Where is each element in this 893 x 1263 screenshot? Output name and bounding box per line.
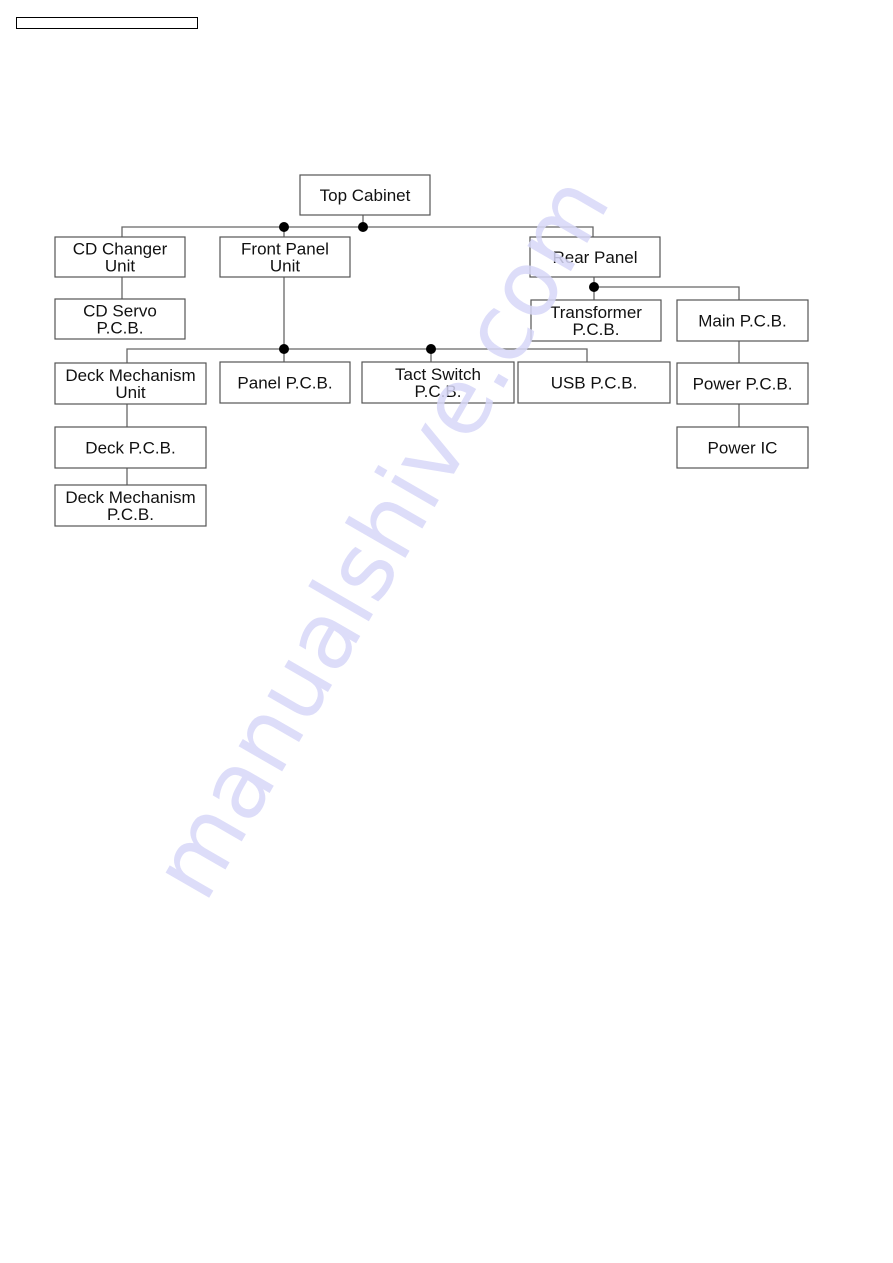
junction-dot-tact-switch bbox=[426, 344, 436, 354]
node-cd-changer-unit: CD ChangerUnit bbox=[54, 236, 186, 278]
node-top-cabinet: Top Cabinet bbox=[299, 174, 431, 216]
node-label-line: USB P.C.B. bbox=[551, 374, 638, 393]
node-label-line: Panel P.C.B. bbox=[237, 374, 332, 393]
node-label-line: Main P.C.B. bbox=[698, 312, 787, 331]
connector-front-bus bbox=[126, 348, 588, 363]
node-front-panel-unit: Front PanelUnit bbox=[219, 236, 351, 278]
node-label-line: Unit bbox=[115, 383, 146, 402]
node-power-ic: Power IC bbox=[676, 426, 809, 469]
node-label-line: Unit bbox=[270, 257, 301, 276]
node-deck-mechanism-unit: Deck MechanismUnit bbox=[54, 362, 207, 405]
node-label-line: P.C.B. bbox=[415, 382, 462, 401]
node-tact-switch-pcb: Tact SwitchP.C.B. bbox=[361, 361, 515, 404]
connector-rear-to-main bbox=[594, 286, 740, 300]
node-label-line: P.C.B. bbox=[97, 319, 144, 338]
junction-dot-front-panel bbox=[279, 222, 289, 232]
junction-dot-top-cabinet bbox=[358, 222, 368, 232]
node-main-pcb: Main P.C.B. bbox=[676, 299, 809, 342]
node-label-line: Deck P.C.B. bbox=[85, 439, 175, 458]
node-label-line: Power P.C.B. bbox=[693, 375, 793, 394]
node-label-line: Power IC bbox=[708, 439, 778, 458]
node-label-line: Top Cabinet bbox=[320, 186, 411, 205]
node-label-line: P.C.B. bbox=[107, 505, 154, 524]
node-transformer-pcb: TransformerP.C.B. bbox=[530, 299, 662, 342]
connector-top-bus bbox=[121, 226, 594, 237]
node-label-line: P.C.B. bbox=[573, 320, 620, 339]
junction-dot-rear-panel bbox=[589, 282, 599, 292]
node-power-pcb: Power P.C.B. bbox=[676, 362, 809, 405]
node-deck-pcb: Deck P.C.B. bbox=[54, 426, 207, 469]
disassembly-flow-diagram: Top Cabinet CD ChangerUnit Front PanelUnit… bbox=[54, 174, 809, 527]
junction-dot-front-bus bbox=[279, 344, 289, 354]
node-cd-servo-pcb: CD ServoP.C.B. bbox=[54, 298, 186, 340]
node-usb-pcb: USB P.C.B. bbox=[517, 361, 671, 404]
node-rear-panel: Rear Panel bbox=[529, 236, 661, 278]
node-deck-mechanism-pcb: Deck MechanismP.C.B. bbox=[54, 484, 207, 527]
node-label-line: Rear Panel bbox=[552, 248, 637, 267]
node-label-line: Unit bbox=[105, 257, 136, 276]
node-panel-pcb: Panel P.C.B. bbox=[219, 361, 351, 404]
